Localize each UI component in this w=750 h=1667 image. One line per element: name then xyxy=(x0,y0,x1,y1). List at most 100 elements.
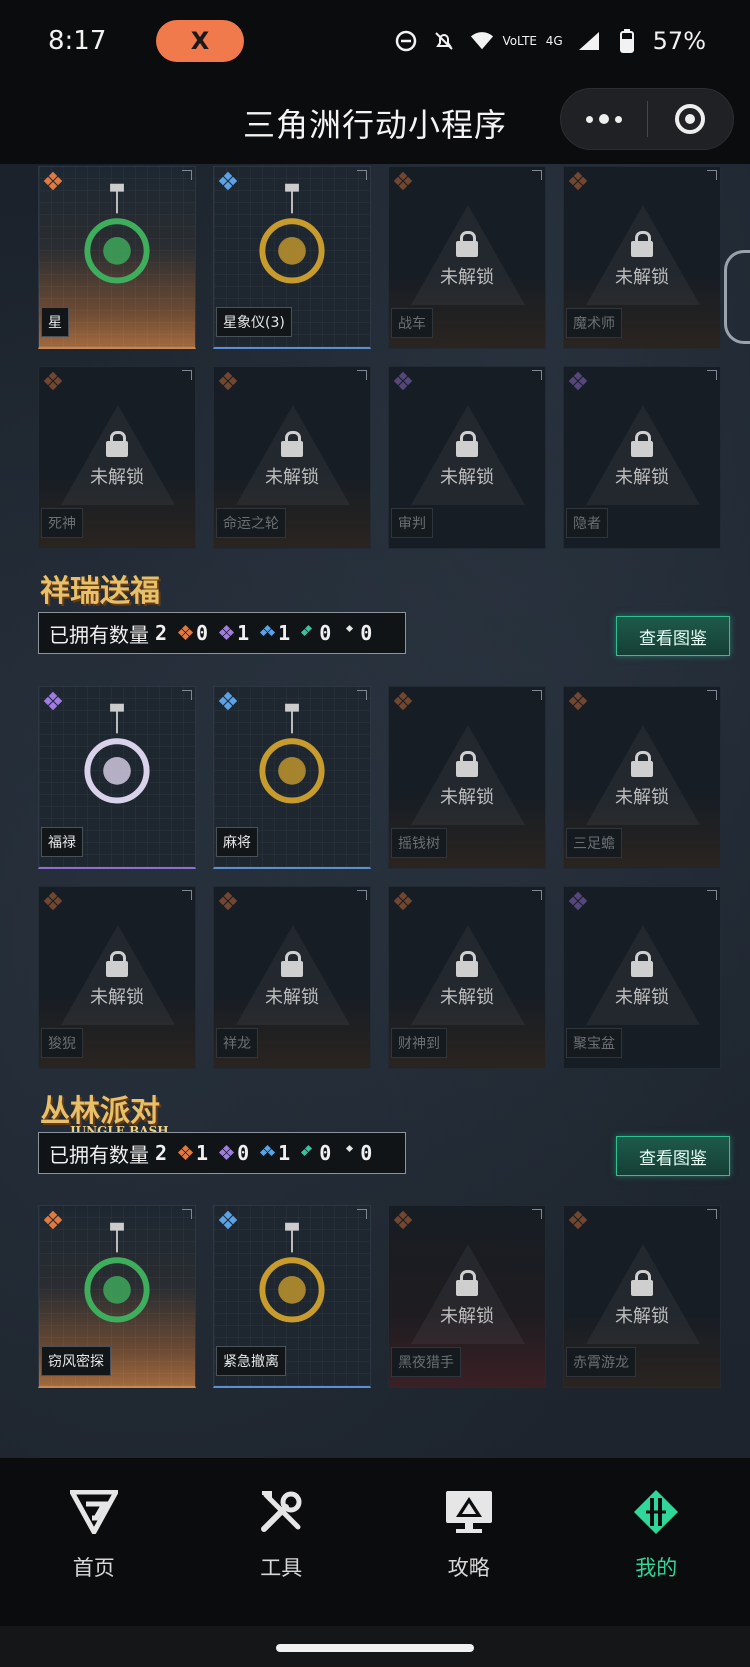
charm-card[interactable]: 未解锁 狻猊 xyxy=(38,886,196,1069)
rarity-orange-icon xyxy=(568,1210,588,1230)
blue-gem-icon xyxy=(260,624,276,640)
signal-icon xyxy=(577,29,601,53)
charm-card[interactable]: 星 xyxy=(38,166,196,349)
charm-card[interactable]: 未解锁 聚宝盆 xyxy=(563,886,721,1069)
locked-overlay: 未解锁 xyxy=(564,951,720,1009)
charm-name: 摇钱树 xyxy=(391,828,447,858)
home-indicator[interactable] xyxy=(276,1644,474,1652)
charm-card[interactable]: 未解锁 隐者 xyxy=(563,366,721,549)
count-blue: 1 xyxy=(260,621,290,645)
charm-card[interactable]: 麻将 xyxy=(213,686,371,869)
nav-profile-label: 我的 xyxy=(635,1556,678,1580)
mini-program-capsule xyxy=(560,88,734,150)
xiangrui-charm-grid: 福禄 麻将 未解锁 摇钱树 未解锁 三足蟾 未解锁 狻猊 未解锁 祥龙 未解锁 财神到 未解锁 聚宝盆 xyxy=(38,686,724,1069)
locked-overlay: 未解锁 xyxy=(39,951,195,1009)
charm-card[interactable]: 未解锁 黑夜猎手 xyxy=(388,1205,546,1388)
card-corner xyxy=(182,690,192,700)
lock-text: 未解锁 xyxy=(615,787,669,808)
count-purple: 0 xyxy=(219,1141,249,1165)
charm-card[interactable]: 紧急撤离 xyxy=(213,1205,371,1388)
nav-home[interactable]: 首页 xyxy=(0,1458,188,1626)
nav-tools[interactable]: 工具 xyxy=(188,1458,376,1626)
view-catalog-button[interactable]: 查看图鉴 xyxy=(616,1136,730,1176)
locked-overlay: 未解锁 xyxy=(389,1270,545,1328)
lock-icon xyxy=(456,231,478,257)
charm-name: 战车 xyxy=(391,308,433,338)
locked-overlay: 未解锁 xyxy=(389,431,545,489)
view-catalog-button[interactable]: 查看图鉴 xyxy=(616,616,730,656)
rarity-purple-icon xyxy=(568,371,588,391)
card-corner xyxy=(182,1209,192,1219)
purple-gem-icon xyxy=(219,624,235,641)
lock-icon xyxy=(456,751,478,777)
side-drawer-handle[interactable] xyxy=(724,250,750,344)
owned-count: 2 xyxy=(155,1141,168,1165)
lock-text: 未解锁 xyxy=(615,987,669,1008)
x-app-pill[interactable]: X xyxy=(156,20,244,62)
collection-content[interactable]: 星星象仪(3) 未解锁 战车 未解锁 魔术师 未解锁 死神 未解锁 命运之轮 未解锁 审判 未解锁 隐者… xyxy=(0,164,750,1458)
charm-card[interactable]: 未解锁 摇钱树 xyxy=(388,686,546,869)
count-blue: 1 xyxy=(260,1141,290,1165)
charm-card[interactable]: 未解锁 命运之轮 xyxy=(213,366,371,549)
bottom-nav: 首页 工具 攻略 我的 xyxy=(0,1458,750,1626)
white-gem-icon xyxy=(343,1144,357,1160)
count-orange: 0 xyxy=(178,621,208,645)
jungle-charm-grid: 窃风密探 紧急撤离 未解锁 黑夜猎手 未解锁 赤霄游龙 xyxy=(38,1205,724,1388)
charm-name: 黑夜猎手 xyxy=(391,1347,461,1377)
count-white: 0 xyxy=(343,621,372,645)
owned-count-box: 已拥有数量 2 0 1 1 0 0 xyxy=(38,612,406,654)
more-dots-icon xyxy=(585,114,622,124)
lock-icon xyxy=(281,951,303,977)
lock-icon xyxy=(456,431,478,457)
rarity-orange-icon xyxy=(393,891,413,911)
nav-profile[interactable]: 我的 xyxy=(563,1458,750,1626)
rarity-orange-icon xyxy=(218,891,238,911)
more-button[interactable] xyxy=(561,89,647,149)
count-white: 0 xyxy=(343,1141,372,1165)
owned-count-box: 已拥有数量 2 1 0 1 0 0 xyxy=(38,1132,406,1174)
nav-guide-label: 攻略 xyxy=(447,1556,490,1580)
lock-text: 未解锁 xyxy=(440,987,494,1008)
charm-name: 命运之轮 xyxy=(216,508,286,538)
card-corner xyxy=(707,690,717,700)
charm-name: 星 xyxy=(41,307,69,337)
charm-card[interactable]: 福禄 xyxy=(38,686,196,869)
rarity-orange-icon xyxy=(568,171,588,191)
charm-name: 麻将 xyxy=(216,827,258,857)
rarity-orange-icon xyxy=(393,1210,413,1230)
charm-name: 星象仪(3) xyxy=(216,307,292,337)
card-corner xyxy=(357,370,367,380)
charm-card[interactable]: 未解锁 三足蟾 xyxy=(563,686,721,869)
locked-overlay: 未解锁 xyxy=(564,1270,720,1328)
section-logo-jungle: 丛林派对 JUNGLE BASH xyxy=(40,1094,169,1138)
charm-card[interactable]: 未解锁 祥龙 xyxy=(213,886,371,1069)
charm-card[interactable]: 未解锁 赤霄游龙 xyxy=(563,1205,721,1388)
charm-card[interactable]: 未解锁 审判 xyxy=(388,366,546,549)
green-gem-icon xyxy=(301,1144,316,1160)
card-corner xyxy=(532,890,542,900)
charm-card[interactable]: 未解锁财神到 xyxy=(388,886,546,1069)
locked-overlay: 未解锁 xyxy=(564,431,720,489)
charm-card[interactable]: 未解锁 魔术师 xyxy=(563,166,721,349)
nav-home-label: 首页 xyxy=(72,1556,115,1580)
card-corner xyxy=(707,1209,717,1219)
charm-card[interactable]: 窃风密探 xyxy=(38,1205,196,1388)
charm-image xyxy=(84,1222,150,1323)
charm-name: 福禄 xyxy=(41,827,83,857)
mute-bell-icon xyxy=(432,29,456,53)
rarity-orange-icon xyxy=(393,691,413,711)
count-purple: 1 xyxy=(219,621,249,645)
lock-text: 未解锁 xyxy=(90,987,144,1008)
charm-name: 财神到 xyxy=(391,1028,447,1058)
nav-guide[interactable]: 攻略 xyxy=(375,1458,563,1626)
charm-image xyxy=(259,183,325,284)
close-mini-program-button[interactable] xyxy=(648,89,734,149)
dnd-icon xyxy=(394,29,418,53)
lock-text: 未解锁 xyxy=(265,987,319,1008)
status-time: 8:17 xyxy=(48,26,107,56)
target-circle-icon xyxy=(675,104,706,134)
charm-card[interactable]: 未解锁 战车 xyxy=(388,166,546,349)
charm-card[interactable]: 未解锁 死神 xyxy=(38,366,196,549)
home-logo-icon xyxy=(68,1486,120,1538)
charm-card[interactable]: 星象仪(3) xyxy=(213,166,371,349)
